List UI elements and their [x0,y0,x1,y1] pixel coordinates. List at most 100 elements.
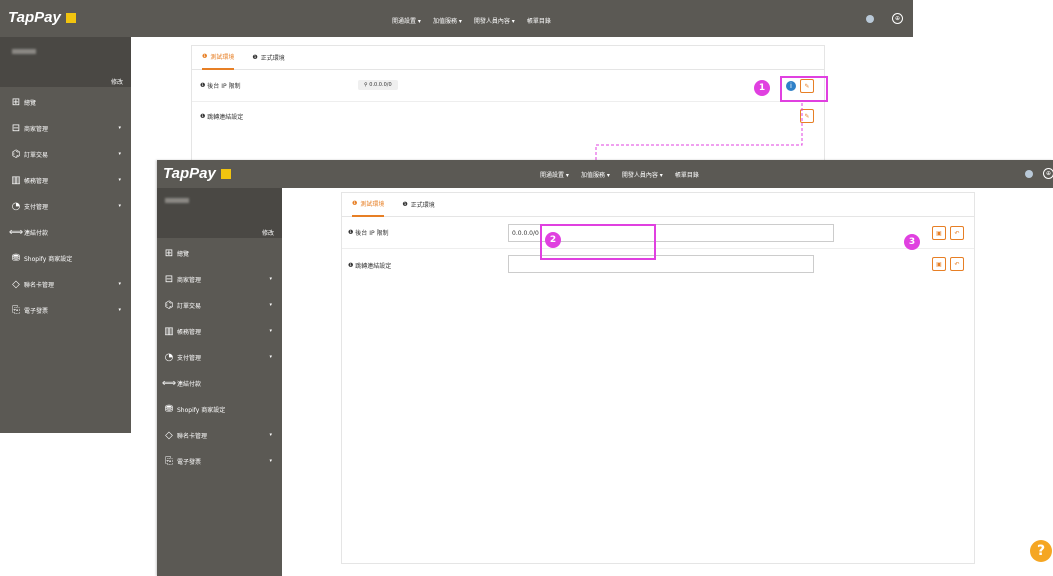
link-icon: ⟺ [161,377,177,389]
sidebar-item-accounting[interactable]: ▥ 帳務管理 ▾ [0,167,131,193]
help-button[interactable]: ? [1030,540,1052,562]
sidebar-menu: ⊞ 總覽 ⊟ 商家管理 ▾ ⌬ 訂單交易 ▾ ▥ 帳務管理 ▾ ◔ 支付管理 ▾ ⟺ 連結付款 ⛃ S… [0,87,131,323]
ip-restriction-row: ❶ 後台 IP 限制 0.0.0.0/0 ▣ ↶ [342,217,974,249]
payment-icon: ◔ [164,351,174,363]
menu-item-billing[interactable]: 帳單目錄 [675,170,699,179]
caret-down-icon: ▾ [118,281,121,287]
cobrand-card-icon: ◇ [12,278,20,290]
brand-name: TapPay [8,9,61,26]
caret-down-icon: ▾ [118,125,121,131]
sidebar-item-cobrand[interactable]: ◇ 聯名卡管理 ▾ [157,422,282,448]
sidebar-item-shopify[interactable]: ⛃ Shopify 商家設定 [157,396,282,422]
cancel-button[interactable]: ↶ [950,226,964,240]
tab-test-env[interactable]: ❶ 測試環境 [202,46,235,70]
highlight-box-edit [780,76,828,102]
menu-item-value-added[interactable]: 加值服務 ▾ [433,16,462,25]
sidebar-item-invoice[interactable]: ⎘ 電子發票 ▾ [157,448,282,474]
top-menu: 開通設置 ▾ 加值服務 ▾ 開發人員內容 ▾ 帳單目錄 [392,16,551,25]
sidebar-item-payment-link[interactable]: ⟺ 連結付款 [0,219,131,245]
env-tabs: ❶ 測試環境 ❶ 正式環境 [342,193,974,217]
sidebar-item-overview[interactable]: ⊞ 總覽 [157,240,282,266]
invoice-icon: ⎘ [165,455,173,467]
sidebar-item-cobrand[interactable]: ◇ 聯名卡管理 ▾ [0,271,131,297]
top-navbar: TapPay 開通設置 ▾ 加值服務 ▾ 開發人員內容 ▾ 帳單目錄 ⊕ [157,160,1053,188]
save-button[interactable]: ▣ [932,226,946,240]
info-icon: ❶ [348,261,356,269]
sidebar-item-payment[interactable]: ◔ 支付管理 ▾ [157,344,282,370]
sidebar: 修改 ⊞ 總覽 ⊟ 商家管理 ▾ ⌬ 訂單交易 ▾ ▥ 帳務管理 ▾ ◔ 支付管理 ▾ ⟺ 連結付款… [157,188,282,576]
brand-logo[interactable]: TapPay [8,9,76,26]
redirect-url-label: 跳轉連結設定 [207,113,244,121]
shopify-icon: ⛃ [11,252,21,264]
tab-production-env[interactable]: ❶ 正式環境 [402,193,434,217]
caret-down-icon: ▾ [269,354,272,360]
menu-item-developer[interactable]: 開發人員內容 ▾ [622,170,663,179]
sidebar-item-payment-link[interactable]: ⟺ 連結付款 [157,370,282,396]
shopify-icon: ⛃ [164,403,174,415]
sidebar-item-merchants[interactable]: ⊟ 商家管理 ▾ [0,115,131,141]
edit-button[interactable]: ✎ [800,109,814,123]
caret-down-icon: ▾ [118,151,121,157]
caret-down-icon: ▾ [269,432,272,438]
sidebar-menu: ⊞ 總覽 ⊟ 商家管理 ▾ ⌬ 訂單交易 ▾ ▥ 帳務管理 ▾ ◔ 支付管理 ▾ ⟺ 連結付款 ⛃ S… [157,238,282,474]
sidebar-item-overview[interactable]: ⊞ 總覽 [0,89,131,115]
link-icon: ⟺ [8,226,24,238]
sidebar-item-accounting[interactable]: ▥ 帳務管理 ▾ [157,318,282,344]
avatar[interactable] [866,15,874,23]
globe-icon[interactable]: ⊕ [1043,168,1053,179]
cancel-button[interactable]: ↶ [950,257,964,271]
info-icon: ❶ [252,54,258,61]
cobrand-card-icon: ◇ [165,429,173,441]
ip-restriction-row: ❶ 後台 IP 限制 ⚲ 0.0.0.0/0 i ✎ [192,70,824,102]
menu-item-billing[interactable]: 帳單目錄 [527,16,551,25]
invoice-icon: ⎘ [12,304,20,316]
user-block: 修改 [0,37,131,87]
menu-item-activation[interactable]: 開通設置 ▾ [392,16,421,25]
caret-down-icon: ▾ [269,302,272,308]
user-block: 修改 [157,188,282,238]
avatar[interactable] [1025,170,1033,178]
dashboard-icon: ⊞ [11,96,21,108]
front-window: TapPay 開通設置 ▾ 加值服務 ▾ 開發人員內容 ▾ 帳單目錄 ⊕ 修改 … [157,160,1053,576]
edit-profile-link[interactable]: 修改 [262,228,274,237]
info-icon: ❶ [348,229,356,236]
sidebar-item-orders[interactable]: ⌬ 訂單交易 ▾ [157,292,282,318]
caret-down-icon: ▾ [118,203,121,209]
sidebar-item-invoice[interactable]: ⎘ 電子發票 ▾ [0,297,131,323]
annotation-badge-1: 1 [754,80,770,96]
tab-test-env[interactable]: ❶ 測試環境 [352,193,385,217]
tab-production-env[interactable]: ❶ 正式環境 [252,46,284,70]
globe-icon[interactable]: ⊕ [892,13,903,24]
sidebar: 修改 ⊞ 總覽 ⊟ 商家管理 ▾ ⌬ 訂單交易 ▾ ▥ 帳務管理 ▾ ◔ 支付管理 ▾ ⟺ 連結付款… [0,37,131,433]
info-icon: ❶ [352,200,358,207]
menu-item-developer[interactable]: 開發人員內容 ▾ [474,16,515,25]
edit-profile-link[interactable]: 修改 [111,77,123,86]
ip-input-value: 0.0.0.0/0 [512,229,539,237]
ip-restriction-label: 後台 IP 限制 [207,83,241,90]
sidebar-item-payment[interactable]: ◔ 支付管理 ▾ [0,193,131,219]
sidebar-item-merchants[interactable]: ⊟ 商家管理 ▾ [157,266,282,292]
save-button[interactable]: ▣ [932,257,946,271]
logo-mark-icon [220,168,231,179]
orders-icon: ⌬ [11,148,21,160]
menu-item-value-added[interactable]: 加值服務 ▾ [581,170,610,179]
orders-icon: ⌬ [164,299,174,311]
ip-restriction-label: 後台 IP 限制 [355,230,389,237]
menu-item-activation[interactable]: 開通設置 ▾ [540,170,569,179]
store-icon: ⊟ [11,122,21,134]
env-tabs: ❶ 測試環境 ❶ 正式環境 [192,46,824,70]
caret-down-icon: ▾ [269,276,272,282]
caret-down-icon: ▾ [118,307,121,313]
store-icon: ⊟ [164,273,174,285]
sidebar-item-orders[interactable]: ⌬ 訂單交易 ▾ [0,141,131,167]
top-navbar: TapPay 開通設置 ▾ 加值服務 ▾ 開發人員內容 ▾ 帳單目錄 ⊕ [0,0,913,37]
info-icon: ❶ [402,201,408,208]
brand-name: TapPay [163,165,216,182]
brand-logo[interactable]: TapPay [163,165,231,182]
top-menu: 開通設置 ▾ 加值服務 ▾ 開發人員內容 ▾ 帳單目錄 [540,170,699,179]
caret-down-icon: ▾ [118,177,121,183]
sidebar-item-shopify[interactable]: ⛃ Shopify 商家設定 [0,245,131,271]
info-icon: ❶ [200,112,208,120]
info-icon: ❶ [202,53,208,60]
annotation-badge-2: 2 [545,232,561,248]
